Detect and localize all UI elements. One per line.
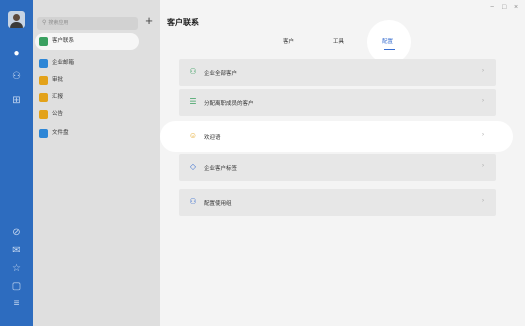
maximize-button[interactable]: □ [502, 4, 506, 11]
check-icon[interactable]: ⊘ [10, 227, 23, 239]
app-item-label: 汇报 [52, 94, 64, 100]
app-list-panel: ⚲ 搜索应用 + 客户联系 企业邮箱 审批 汇报 公告 文件盘 [33, 0, 160, 326]
minimize-button[interactable]: − [490, 4, 494, 11]
list-item-all-customers[interactable]: ⚇ 企业全部客户 › [179, 59, 496, 86]
avatar[interactable] [8, 11, 25, 28]
apps-icon[interactable]: ⊞ [10, 95, 23, 107]
tab-customers[interactable]: 客户 [283, 37, 294, 45]
list-item-label: 企业全部客户 [204, 71, 238, 77]
app-item-label: 公告 [52, 111, 64, 117]
list-item-config-groups[interactable]: ⚇ 配置使用组 › [179, 189, 496, 216]
chevron-right-icon: › [482, 98, 484, 104]
list-item-customer-tags[interactable]: ◇ 企业客户标签 › [179, 154, 496, 181]
app-item-file-drive[interactable]: 文件盘 [33, 125, 160, 142]
add-user-icon: ⚇ [189, 67, 197, 76]
list-item-label: 企业客户标签 [204, 166, 238, 172]
app-item-report[interactable]: 汇报 [33, 89, 160, 106]
star-icon[interactable]: ☆ [10, 263, 23, 275]
search-placeholder: 搜索应用 [48, 20, 69, 26]
app-item-label: 审批 [52, 77, 64, 83]
mail-app-icon [39, 59, 48, 68]
app-item-mail[interactable]: 企业邮箱 [33, 55, 160, 72]
customer-contact-icon [39, 37, 48, 46]
list-icon: ☰ [189, 97, 197, 106]
chevron-right-icon: › [482, 163, 484, 169]
list-item-welcome-message[interactable]: ☺ 欢迎语 › [160, 121, 513, 152]
app-item-label: 文件盘 [52, 130, 69, 136]
add-button[interactable]: + [142, 13, 156, 29]
app-item-label: 企业邮箱 [52, 60, 75, 66]
search-icon: ⚲ [42, 20, 47, 26]
message-icon[interactable]: ● [10, 48, 23, 60]
app-item-approval[interactable]: 审批 [33, 72, 160, 89]
tab-tools[interactable]: 工具 [333, 37, 344, 45]
app-item-label: 客户联系 [52, 38, 75, 44]
list-item-label: 配置使用组 [204, 201, 232, 207]
list-item-assign-departed[interactable]: ☰ 分配离职成员的客户 › [179, 89, 496, 116]
search-input[interactable]: ⚲ 搜索应用 [37, 17, 138, 30]
page-title: 客户联系 [167, 18, 199, 27]
active-tab-underline [384, 49, 395, 50]
smile-icon: ☺ [188, 131, 198, 140]
approval-icon [39, 76, 48, 85]
contacts-icon[interactable]: ⚇ [10, 71, 23, 83]
menu-icon[interactable]: ≡ [10, 298, 23, 310]
doc-icon[interactable]: ▢ [10, 281, 23, 293]
group-icon: ⚇ [189, 197, 197, 206]
list-item-label: 欢迎语 [204, 135, 221, 141]
file-drive-icon [39, 129, 48, 138]
chevron-right-icon: › [482, 198, 484, 204]
report-icon [39, 93, 48, 102]
nav-rail: ● ⚇ ⊞ ⊘ ✉ ☆ ▢ ≡ [0, 0, 33, 326]
announcement-icon [39, 110, 48, 119]
mail-icon[interactable]: ✉ [10, 245, 23, 257]
tab-config[interactable]: 配置 [382, 37, 393, 45]
tag-icon: ◇ [189, 162, 197, 171]
chevron-right-icon: › [482, 68, 484, 74]
chevron-right-icon: › [482, 132, 484, 138]
app-item-announcement[interactable]: 公告 [33, 106, 160, 123]
list-item-label: 分配离职成员的客户 [204, 101, 254, 107]
app-item-customer-contact[interactable]: 客户联系 [35, 33, 139, 50]
close-button[interactable]: × [514, 4, 518, 11]
main-panel: 客户联系 − □ × 客户 工具 配置 ⚇ 企业全部客户 › ☰ 分配离职成员的… [160, 0, 525, 326]
